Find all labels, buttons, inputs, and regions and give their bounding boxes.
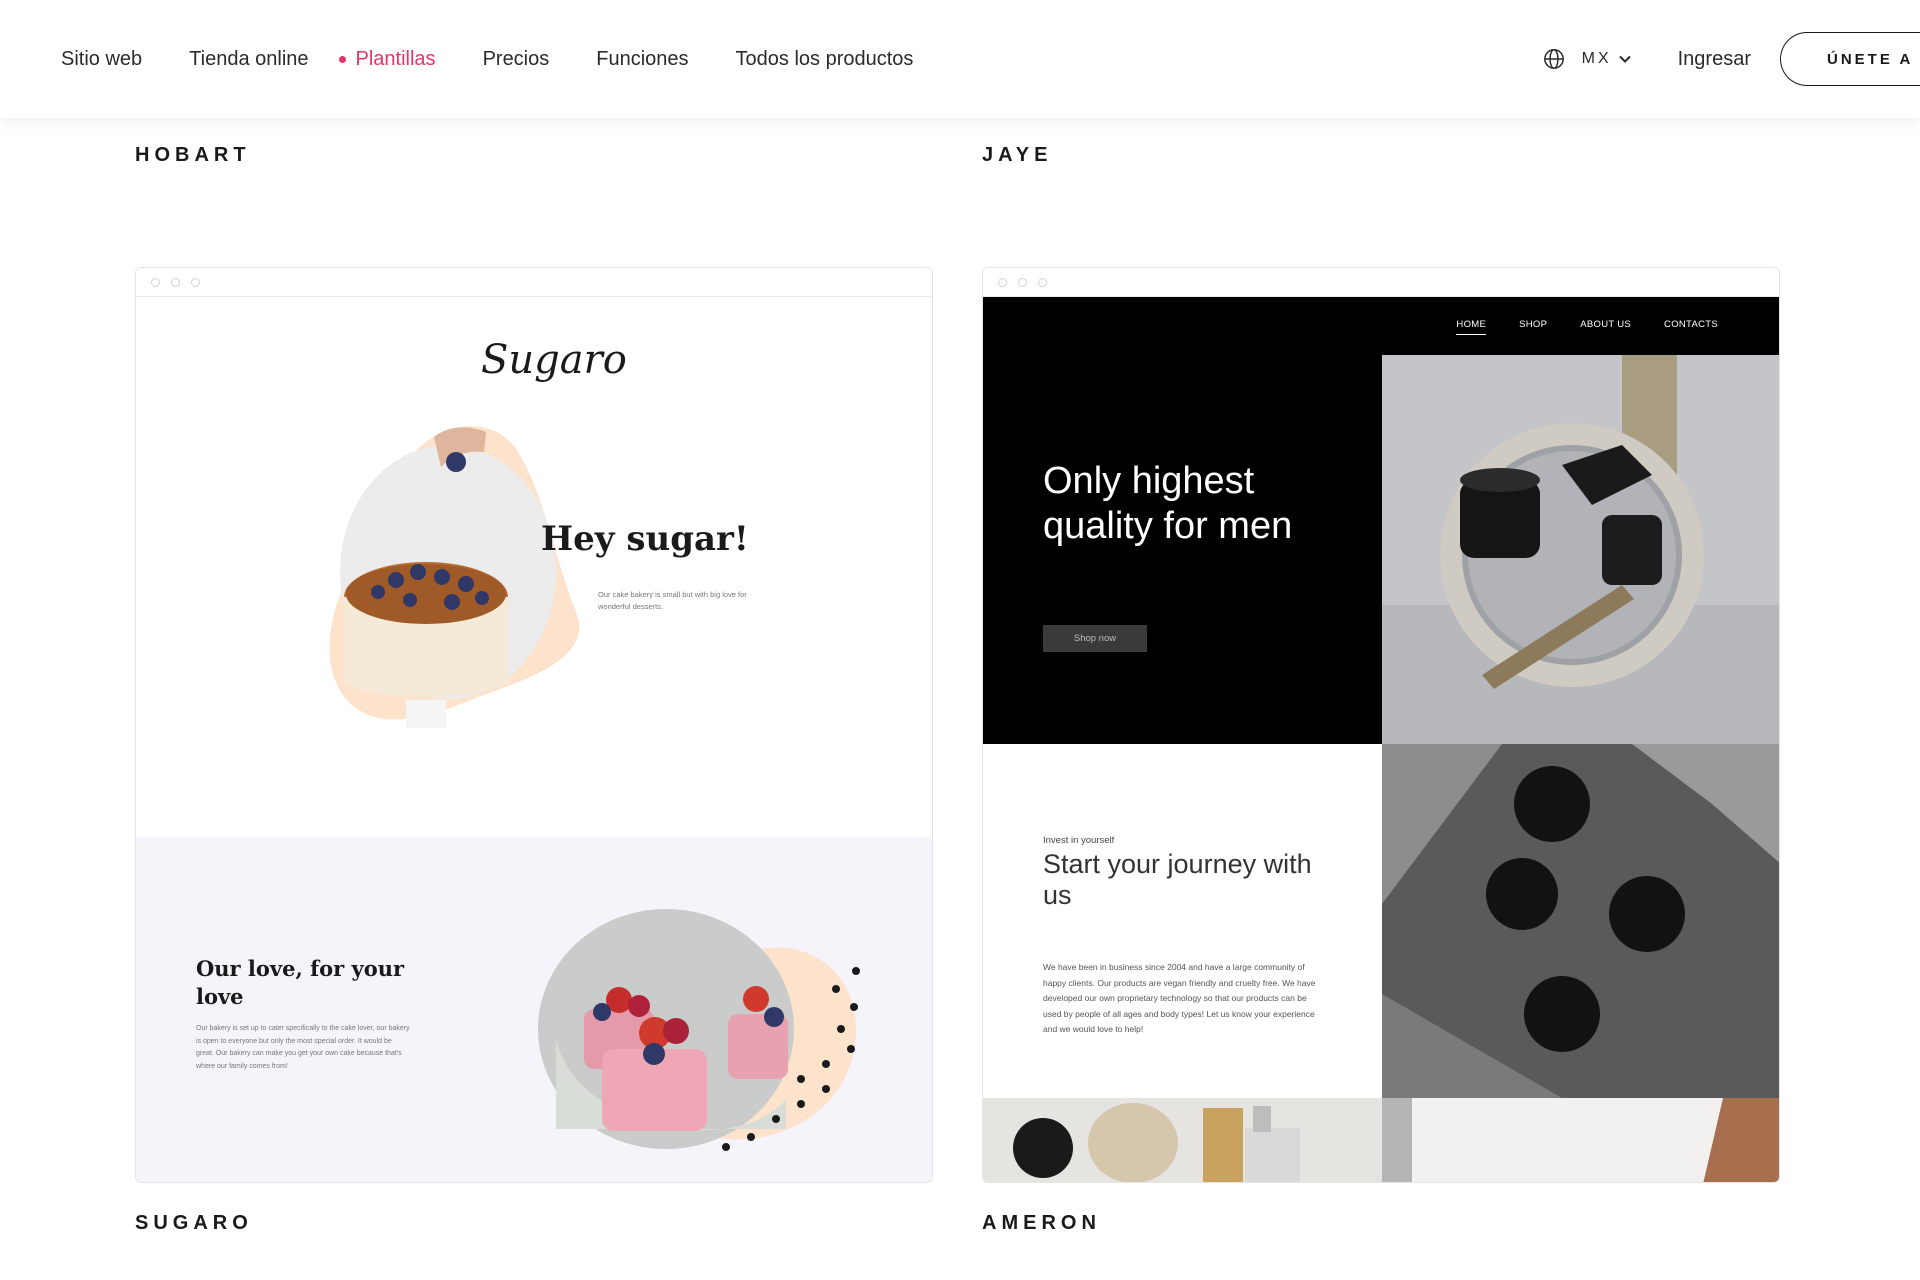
menu-item-home: HOME bbox=[1456, 319, 1487, 335]
window-dot-icon bbox=[191, 278, 200, 287]
menu-item-shop: SHOP bbox=[1519, 319, 1548, 330]
top-navigation-bar: Sitio web Tienda online Plantillas Preci… bbox=[0, 0, 1920, 118]
chevron-down-icon bbox=[1618, 54, 1632, 64]
menu-item-contacts: CONTACTS bbox=[1664, 319, 1718, 330]
login-link[interactable]: Ingresar bbox=[1678, 48, 1751, 71]
template-preview-ameron: HOME SHOP ABOUT US CONTACTS Only highest… bbox=[983, 297, 1779, 1182]
template-preview-sugaro: Sugaro Hey sugar! Our cake bakery is sma… bbox=[136, 297, 932, 1182]
love-section: Our love, for your love Our bakery is se… bbox=[136, 837, 932, 1182]
template-card-ameron[interactable]: HOME SHOP ABOUT US CONTACTS Only highest… bbox=[982, 267, 1780, 1183]
main-nav: Sitio web Tienda online Plantillas Preci… bbox=[61, 0, 960, 118]
language-code: MX bbox=[1581, 50, 1612, 67]
section-kicker: Invest in yourself bbox=[1043, 835, 1115, 846]
hero-title: Only highest quality for men bbox=[1043, 460, 1293, 547]
cake-image bbox=[329, 426, 580, 728]
nav-right-group: MX Ingresar ÚNETE A bbox=[1543, 0, 1920, 118]
window-dot-icon bbox=[151, 278, 160, 287]
site-logo: Sugaro bbox=[481, 337, 627, 383]
section-title: Start your journey with us bbox=[1043, 849, 1312, 910]
nav-precios[interactable]: Precios bbox=[483, 48, 550, 71]
join-button[interactable]: ÚNETE A bbox=[1780, 32, 1920, 86]
globe-icon bbox=[1543, 48, 1565, 70]
window-dot-icon bbox=[1038, 278, 1047, 287]
preview-menu: HOME SHOP ABOUT US CONTACTS bbox=[1423, 319, 1718, 335]
window-dot-icon bbox=[171, 278, 180, 287]
hero-subtitle: Our cake bakery is small but with big lo… bbox=[598, 590, 747, 611]
bottles-image bbox=[1382, 744, 1779, 1098]
section-title: Our love, for your love bbox=[196, 956, 405, 1009]
template-name-jaye[interactable]: JAYE bbox=[982, 144, 1052, 167]
section-text: We have been in business since 2004 and … bbox=[1043, 962, 1316, 1034]
dessert-image bbox=[538, 909, 860, 1151]
nav-todos-los-productos[interactable]: Todos los productos bbox=[736, 48, 914, 71]
template-name-sugaro[interactable]: SUGARO bbox=[135, 1212, 253, 1235]
browser-chrome bbox=[136, 268, 932, 297]
template-name-hobart[interactable]: HOBART bbox=[135, 144, 251, 167]
nav-funciones[interactable]: Funciones bbox=[596, 48, 688, 71]
section-text: Our bakery is set up to cater specifical… bbox=[196, 1025, 410, 1070]
language-selector[interactable]: MX bbox=[1543, 48, 1632, 70]
nav-tienda-online[interactable]: Tienda online bbox=[189, 48, 308, 71]
grooming-products-image bbox=[1382, 355, 1779, 744]
nav-plantillas[interactable]: Plantillas bbox=[338, 48, 436, 71]
browser-chrome bbox=[983, 268, 1779, 297]
window-dot-icon bbox=[1018, 278, 1027, 287]
hero-section: Sugaro Hey sugar! Our cake bakery is sma… bbox=[136, 297, 932, 837]
shop-now-button: Shop now bbox=[1043, 625, 1147, 652]
window-dot-icon bbox=[998, 278, 1007, 287]
template-name-ameron[interactable]: AMERON bbox=[982, 1212, 1101, 1235]
template-card-sugaro[interactable]: Sugaro Hey sugar! Our cake bakery is sma… bbox=[135, 267, 933, 1183]
nav-sitio-web[interactable]: Sitio web bbox=[61, 48, 142, 71]
menu-item-about: ABOUT US bbox=[1580, 319, 1632, 330]
toiletries-image bbox=[983, 1098, 1779, 1182]
hero-title: Hey sugar! bbox=[541, 519, 749, 559]
